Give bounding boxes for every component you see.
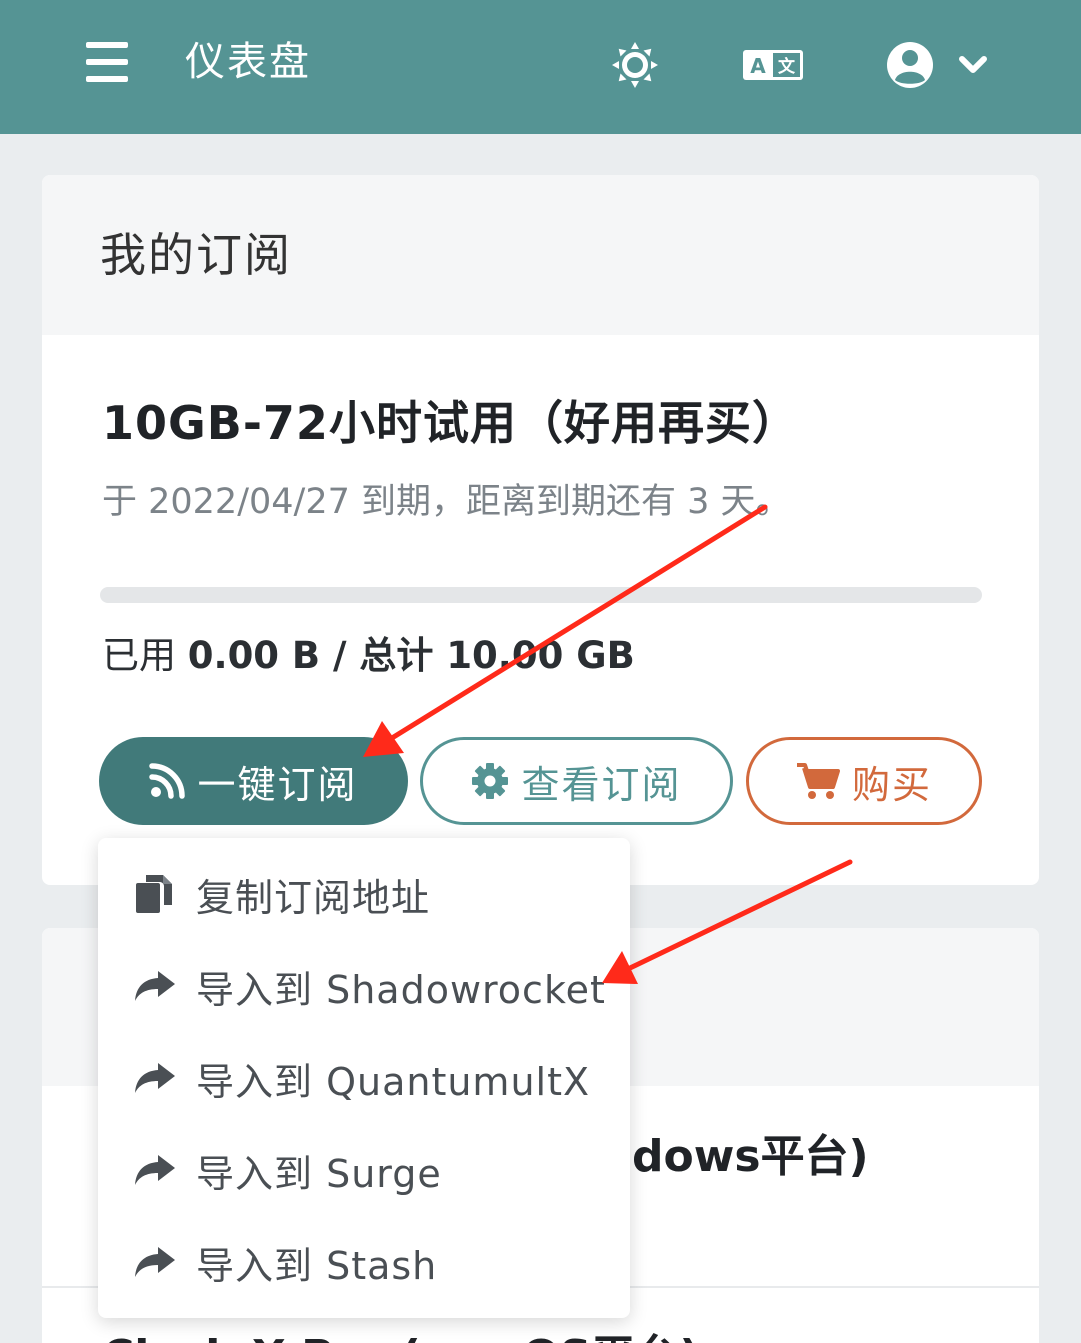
page-title: 仪表盘 (185, 39, 311, 85)
view-subscription-button[interactable]: 查看订阅 (420, 737, 733, 825)
plan-expiry-text: 于 2022/04/27 到期，距离到期还有 3 天。 (102, 482, 791, 522)
share-arrow-icon (132, 1147, 178, 1193)
usage-used: 0.00 B (187, 634, 321, 677)
usage-separator: / 总计 (320, 634, 447, 677)
sun-icon[interactable] (608, 38, 662, 92)
menu-item-label: 复制订阅地址 (196, 875, 431, 920)
menu-item-copy-url[interactable]: 复制订阅地址 (98, 848, 630, 940)
subscribe-button-label: 一键订阅 (197, 762, 358, 807)
menu-item-import-stash[interactable]: 导入到 Stash (98, 1216, 630, 1308)
traffic-progress-bar (100, 587, 982, 603)
card-title: 我的订阅 (42, 175, 1039, 335)
menu-item-label: 导入到 QuantumultX (196, 1059, 591, 1104)
buy-button[interactable]: 购买 (746, 737, 982, 825)
menu-item-label: 导入到 Stash (196, 1243, 438, 1288)
copy-icon (132, 871, 178, 917)
subscribe-dropdown-menu: 复制订阅地址 导入到 Shadowrocket 导入到 QuantumultX … (98, 838, 630, 1318)
plan-name: 10GB-72小时试用（好用再买） (102, 396, 799, 450)
subscription-card: 我的订阅 10GB-72小时试用（好用再买） 于 2022/04/27 到期，距… (42, 175, 1039, 885)
share-arrow-icon (132, 1055, 178, 1101)
hamburger-menu-icon[interactable] (86, 42, 128, 82)
menu-item-label: 导入到 Shadowrocket (196, 967, 606, 1012)
user-circle-icon (887, 42, 933, 88)
rss-icon (149, 763, 186, 799)
one-click-subscribe-button[interactable]: 一键订阅 (99, 737, 408, 825)
menu-item-import-shadowrocket[interactable]: 导入到 Shadowrocket (98, 940, 630, 1032)
svg-text:A: A (750, 54, 766, 78)
menu-item-import-quantumultx[interactable]: 导入到 QuantumultX (98, 1032, 630, 1124)
gear-icon (472, 763, 509, 799)
usage-total: 10.00 GB (446, 634, 635, 677)
traffic-usage: 已用 0.00 B / 总计 10.00 GB (102, 625, 635, 679)
client-row-windows-label: dows平台) (632, 1131, 869, 1182)
translate-icon[interactable]: A 文 (742, 38, 804, 92)
chevron-down-icon (959, 56, 987, 73)
top-app-bar: 仪表盘 A 文 (0, 0, 1081, 134)
view-button-label: 查看订阅 (521, 762, 682, 807)
share-arrow-icon (132, 963, 178, 1009)
usage-prefix: 已用 (102, 634, 188, 677)
user-menu[interactable] (884, 38, 990, 92)
client-row-macos[interactable]: Clash X Pro (macOS平台) (102, 1320, 700, 1343)
share-arrow-icon (132, 1239, 178, 1285)
menu-item-import-surge[interactable]: 导入到 Surge (98, 1124, 630, 1216)
shopping-cart-icon (796, 763, 840, 799)
menu-item-label: 导入到 Surge (196, 1151, 442, 1196)
buy-button-label: 购买 (851, 762, 932, 807)
svg-text:文: 文 (778, 56, 796, 77)
